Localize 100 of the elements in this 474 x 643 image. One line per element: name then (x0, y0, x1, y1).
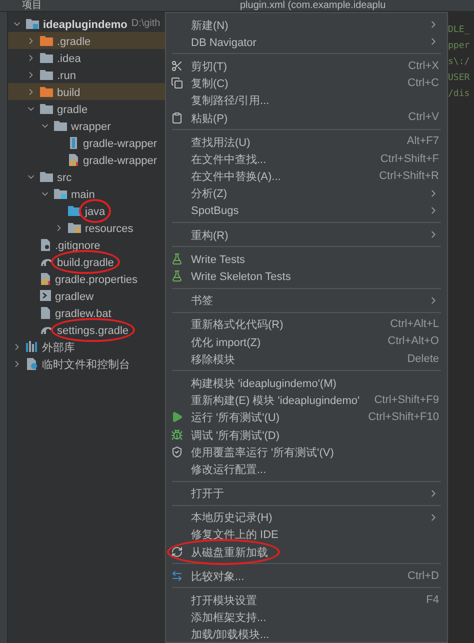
menu-item-label: 加载/卸载模块... (191, 629, 270, 642)
menu-item[interactable]: 添加框架支持... (166, 608, 447, 626)
menu-item[interactable]: 重新格式化代码(R) Ctrl+Alt+L (166, 316, 447, 333)
tree-row[interactable]: .gradle (8, 32, 165, 49)
code-line: USER (448, 72, 471, 85)
file-icon (40, 272, 51, 284)
menu-item[interactable]: 粘贴(P) Ctrl+V (166, 108, 447, 126)
tree-row[interactable]: 临时文件和控制台 (8, 355, 165, 372)
file-icon (68, 136, 79, 148)
code-line: DLE_ (448, 24, 471, 37)
menu-item[interactable]: 剪切(T) Ctrl+X (166, 57, 447, 75)
menu-item[interactable]: 复制路径/引用... (166, 92, 447, 109)
menu-item[interactable]: 重构(R) (166, 226, 447, 244)
tree-row[interactable]: java (8, 202, 165, 219)
menu-item[interactable]: 移除模块 Delete (166, 350, 447, 368)
tree-row[interactable]: gradlew (8, 287, 165, 304)
menu-item[interactable]: 运行 '所有测试'(U) Ctrl+Shift+F10 (166, 408, 447, 426)
editor-tab[interactable]: plugin.xml (com.example.ideaplu (240, 1, 386, 11)
menu-item-label: 打开模块设置 (191, 595, 257, 608)
tree-row[interactable]: gradle-wrapper (8, 151, 165, 168)
tree-row[interactable]: .run (8, 66, 165, 83)
code-line: pper (448, 40, 471, 53)
menu-item[interactable]: DB Navigator (166, 33, 447, 50)
shortcut-label: Ctrl+D (408, 568, 439, 584)
bug-icon (171, 428, 183, 441)
tree-row[interactable]: src (8, 168, 165, 185)
copy-icon (171, 77, 183, 90)
tree-row[interactable]: gradle-wrapper (8, 134, 165, 151)
tree-item-label: .gitignore (55, 240, 100, 252)
menu-item-label: 书签 (191, 295, 213, 308)
tree-item-label: build (57, 86, 80, 98)
file-icon (68, 154, 79, 166)
menu-item[interactable]: 在文件中替换(A)... Ctrl+Shift+R (166, 168, 447, 185)
menu-item[interactable]: 加载/卸载模块... (166, 626, 447, 643)
menu-item[interactable]: 本地历史记录(H) (166, 508, 447, 526)
terminal-icon (40, 290, 51, 301)
tree-row[interactable]: settings.gradle (8, 321, 165, 338)
tree-item-label: wrapper (71, 120, 111, 132)
menu-item[interactable]: Write Skeleton Tests (166, 267, 447, 285)
tree-row[interactable]: .gitignore (8, 236, 165, 253)
menu-item-label: Write Tests (191, 254, 245, 266)
tree-row[interactable]: gradle.properties (8, 270, 165, 287)
flask-icon (171, 252, 183, 265)
menu-item[interactable]: 优化 import(Z) Ctrl+Alt+O (166, 333, 447, 350)
menu-item[interactable]: 查找用法(U) Alt+F7 (166, 133, 447, 150)
file-icon (26, 358, 38, 370)
file-icon (40, 238, 51, 250)
menu-item[interactable]: 复制(C) Ctrl+C (166, 74, 447, 92)
menu-item-label: 运行 '所有测试'(U) (191, 412, 280, 424)
tree-item-label: gradle (57, 104, 88, 116)
tree-row[interactable]: main (8, 185, 165, 202)
tree-row[interactable]: build (8, 83, 165, 100)
tree-row[interactable]: wrapper (8, 117, 165, 134)
menu-item-label: Write Skeleton Tests (191, 271, 291, 284)
menu-item[interactable]: 使用覆盖率运行 '所有测试'(V) (166, 443, 447, 460)
menu-item[interactable]: 分析(Z) (166, 184, 447, 202)
menu-item[interactable]: 在文件中查找... Ctrl+Shift+F (166, 150, 447, 168)
menu-item-label: 重新格式化代码(R) (191, 319, 284, 332)
tree-row[interactable]: .idea (8, 49, 165, 66)
menu-item[interactable]: 书签 (166, 292, 447, 309)
tree-row[interactable]: build.gradle (8, 253, 165, 270)
shortcut-label: Ctrl+X (408, 58, 439, 74)
tree-row[interactable]: gradle (8, 100, 165, 117)
tree-item-label: settings.gradle (57, 324, 129, 336)
menu-item-label: 查找用法(U) (191, 136, 250, 149)
menu-item[interactable]: 新建(N) (166, 16, 447, 34)
menu-item-label: 粘贴(P) (191, 112, 228, 125)
menu-item[interactable]: 打开模块设置 F4 (166, 591, 447, 609)
shortcut-label: Ctrl+Shift+F10 (368, 410, 439, 426)
menu-item[interactable]: Write Tests (166, 250, 447, 268)
menu-item[interactable]: 构建模块 'ideaplugindemo'(M) (166, 374, 447, 392)
tree-row[interactable]: resources (8, 219, 165, 236)
menu-item-label: 调试 '所有测试'(D) (191, 430, 280, 442)
menu-item-label: 使用覆盖率运行 '所有测试'(V) (191, 446, 334, 459)
tree-row[interactable]: ideaplugindemo D:\gith (8, 15, 165, 32)
tree-row[interactable]: 外部库 (8, 338, 165, 355)
menu-item-label: 在文件中替换(A)... (191, 171, 281, 184)
project-path: D:\gith (131, 17, 160, 31)
module-folder-icon (26, 18, 39, 29)
bar-chart-icon (26, 341, 38, 352)
folder-icon (40, 35, 53, 46)
tree-item-label: .gradle (57, 36, 91, 48)
menu-item[interactable]: 修改运行配置... (166, 460, 447, 478)
menu-item-label: 构建模块 'ideaplugindemo'(M) (191, 378, 336, 390)
project-tab[interactable]: 项目 (22, 1, 42, 11)
menu-item-label: 重构(R) (191, 230, 228, 242)
menu-item[interactable]: 重新构建(E) 模块 'ideaplugindemo' Ctrl+Shift+F9 (166, 392, 447, 409)
tree-item-label: .run (57, 70, 76, 82)
menu-item[interactable]: 打开于 (166, 484, 447, 502)
tree-row[interactable]: gradlew.bat (8, 304, 165, 321)
menu-item[interactable]: 比较对象... Ctrl+D (166, 567, 447, 584)
menu-item-label: 分析(Z) (191, 188, 228, 200)
menu-item-label: 复制路径/引用... (191, 95, 270, 108)
menu-item[interactable]: SpotBugs (166, 202, 447, 220)
folder-icon (40, 171, 53, 182)
menu-item[interactable]: 调试 '所有测试'(D) (166, 426, 447, 444)
menu-item-label: 修复文件上的 IDE (191, 529, 278, 542)
menu-item[interactable]: 修复文件上的 IDE (166, 526, 447, 544)
tree-item-label: java (85, 206, 106, 218)
menu-item-label: 重新构建(E) 模块 'ideaplugindemo' (191, 395, 360, 408)
